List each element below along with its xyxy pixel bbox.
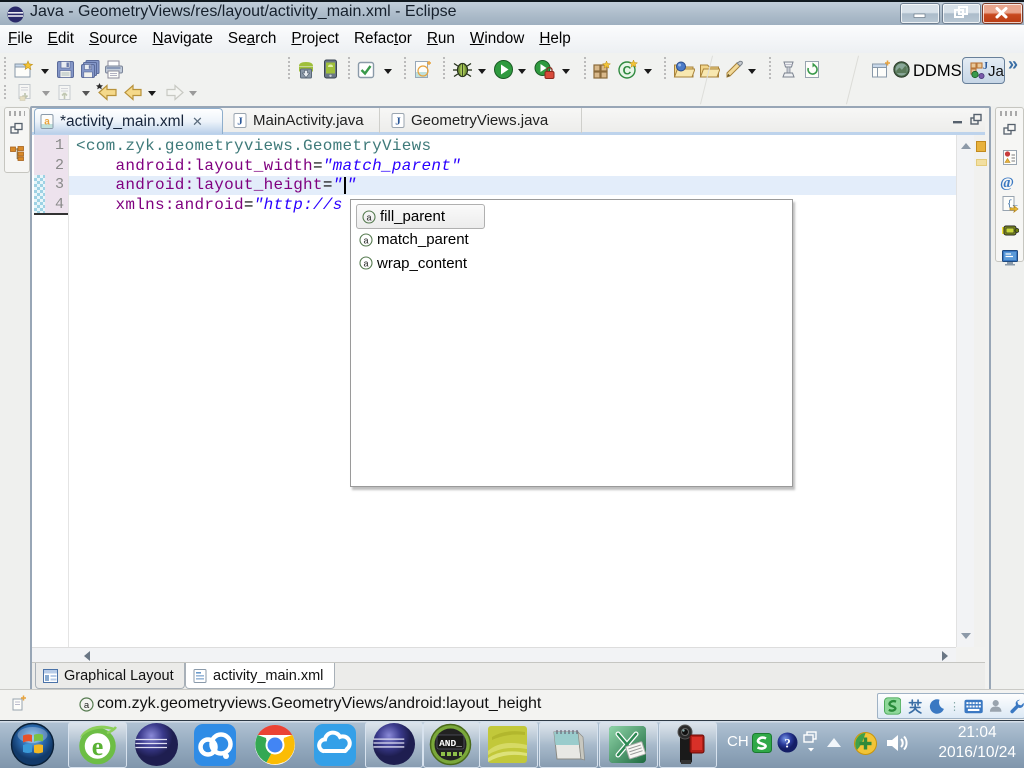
svg-text:a: a <box>44 117 50 128</box>
svg-text:e: e <box>92 732 104 761</box>
svg-text:AND_: AND_ <box>439 738 462 749</box>
svg-text:a: a <box>84 700 90 711</box>
svg-text:a: a <box>363 235 368 245</box>
svg-text:J: J <box>395 116 401 128</box>
svg-text:J: J <box>237 116 243 128</box>
svg-text:C: C <box>623 64 632 78</box>
svg-text:?: ? <box>784 736 791 751</box>
svg-text:a: a <box>366 212 371 222</box>
svg-text:a: a <box>363 259 368 269</box>
